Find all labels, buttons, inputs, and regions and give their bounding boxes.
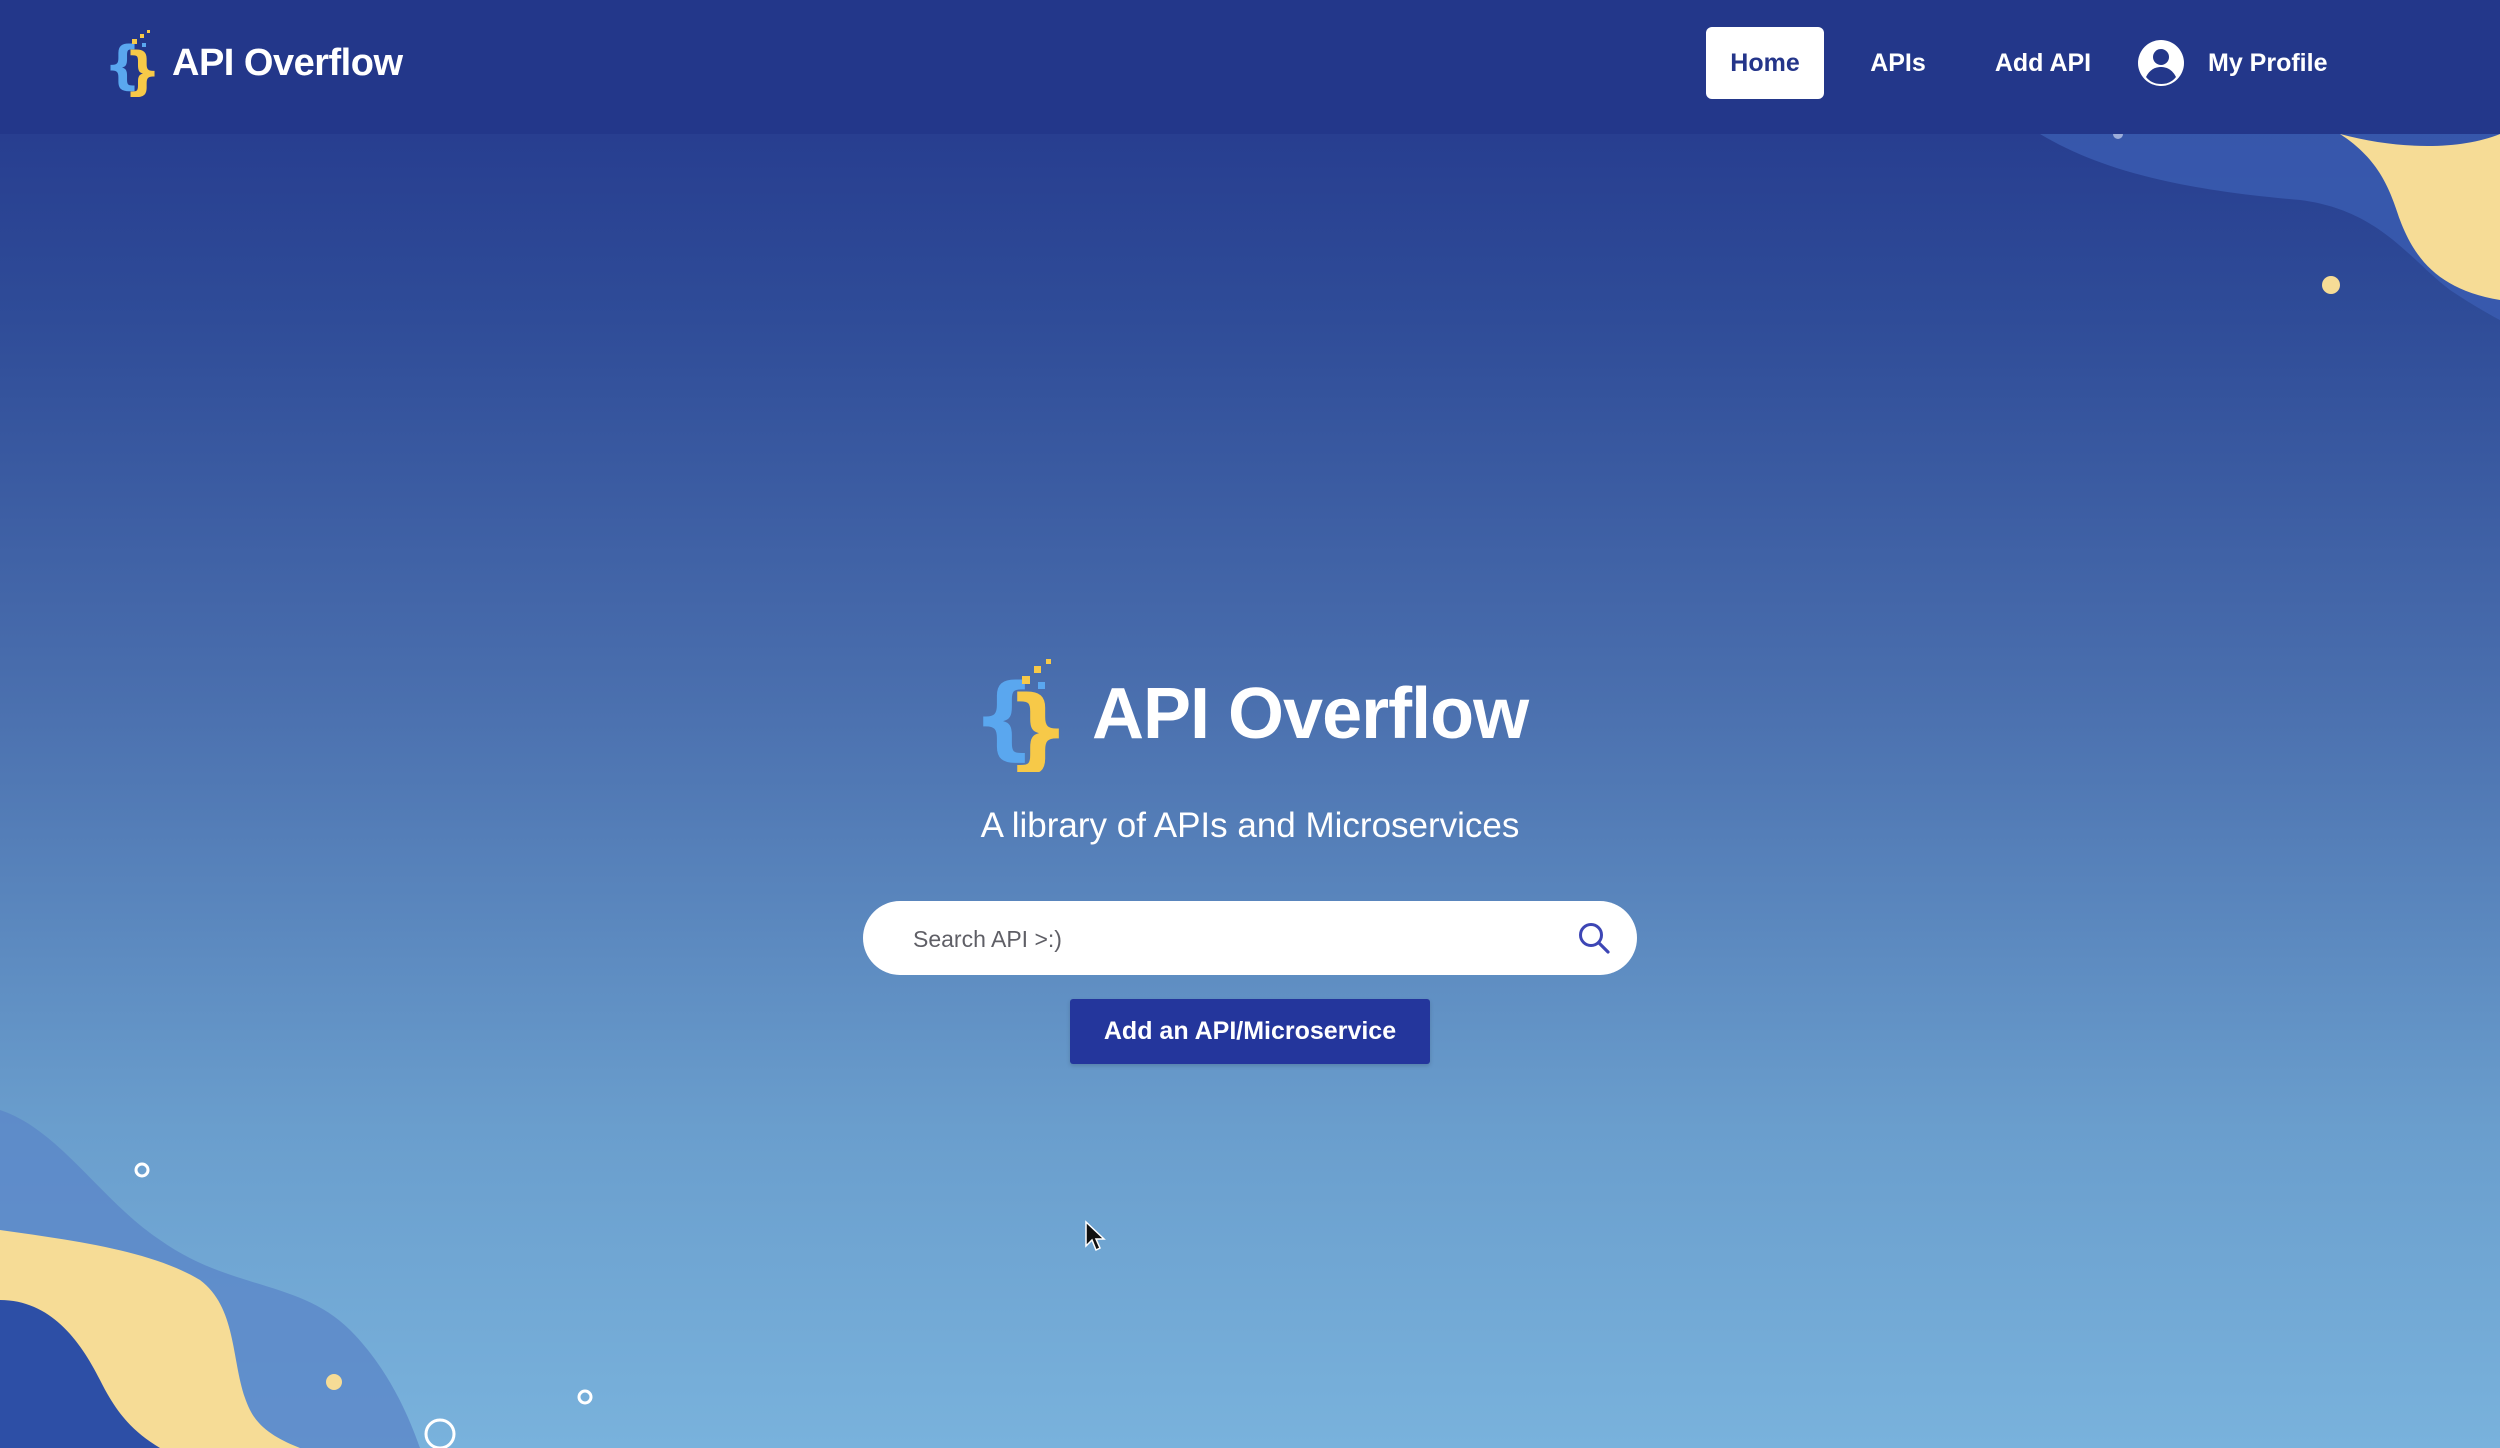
- main-nav: Home APIs Add API My Profile: [1706, 26, 2332, 100]
- hero-heading: { } API Overflow: [972, 655, 1529, 773]
- bottom-left-yellow-blob: [0, 1230, 300, 1448]
- bottom-left-ring-3: [424, 1418, 456, 1448]
- add-api-microservice-button[interactable]: Add an API/Microservice: [1070, 999, 1430, 1064]
- nav-home[interactable]: Home: [1706, 27, 1824, 99]
- search-bar: [863, 901, 1637, 977]
- bottom-left-blue-blob: [0, 1300, 160, 1448]
- top-right-yellow-blob: [2340, 134, 2500, 300]
- api-overflow-logo-icon: { }: [104, 30, 160, 97]
- hero-subtitle: A library of APIs and Microservices: [980, 806, 1520, 845]
- hero-title: API Overflow: [1092, 674, 1529, 754]
- mouse-cursor-icon: [1085, 1220, 1106, 1252]
- brand-name: API Overflow: [172, 41, 403, 84]
- nav-my-profile[interactable]: My Profile: [2136, 27, 2332, 99]
- bottom-left-dot: [326, 1374, 342, 1390]
- search-input[interactable]: [911, 901, 1555, 977]
- bottom-left-light-blob: [0, 1110, 420, 1448]
- svg-text:}: }: [124, 42, 160, 97]
- api-overflow-logo-icon: { }: [972, 659, 1068, 772]
- svg-text:}: }: [1006, 677, 1068, 772]
- top-right-dot: [2322, 276, 2340, 294]
- nav-my-profile-label: My Profile: [2208, 48, 2328, 77]
- brand-link[interactable]: { } API Overflow: [104, 28, 403, 98]
- nav-add-api[interactable]: Add API: [1972, 27, 2114, 99]
- top-right-blue-blob: [2040, 134, 2500, 320]
- bottom-left-ring-2: [577, 1389, 593, 1405]
- top-nav-bar: { } API Overflow Home APIs Add API My Pr…: [0, 0, 2500, 134]
- nav-apis[interactable]: APIs: [1824, 27, 1972, 99]
- user-circle-icon: [2138, 40, 2184, 86]
- bottom-left-ring-1: [134, 1162, 150, 1178]
- search-icon[interactable]: [1577, 921, 1611, 955]
